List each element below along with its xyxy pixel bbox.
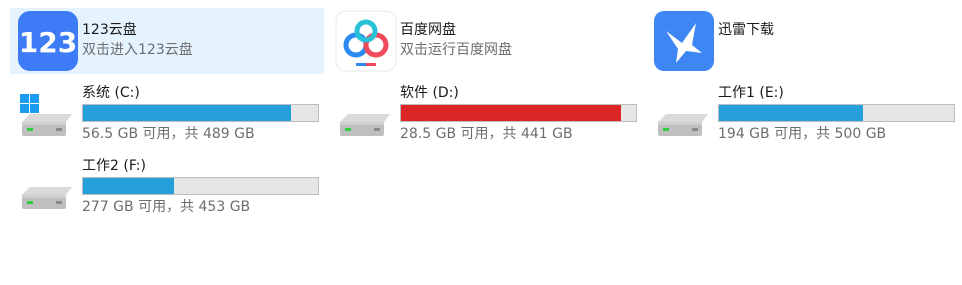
hard-drive-icon bbox=[16, 165, 72, 213]
app-tile-123pan[interactable]: 123 123云盘 双击进入123云盘 bbox=[10, 8, 324, 74]
drive-name: 系统 (C:) bbox=[82, 85, 140, 101]
app-subtitle: 双击进入123云盘 bbox=[82, 42, 193, 58]
app-title: 迅雷下载 bbox=[718, 22, 774, 38]
drive-usage-bar bbox=[400, 104, 637, 122]
app-123pan-icon: 123 bbox=[16, 9, 80, 73]
drive-usage-fill bbox=[83, 178, 175, 194]
drive-usage-text: 277 GB 可用，共 453 GB bbox=[82, 199, 251, 215]
app-tile-baidu-netdisk[interactable]: 百度网盘 双击运行百度网盘 bbox=[328, 8, 642, 74]
svg-text:123: 123 bbox=[19, 26, 77, 59]
drive-usage-text: 28.5 GB 可用，共 441 GB bbox=[400, 126, 573, 142]
drive-usage-fill bbox=[83, 105, 291, 121]
drive-c[interactable]: 系统 (C:) 56.5 GB 可用，共 489 GB bbox=[10, 84, 324, 146]
drive-name: 工作1 (E:) bbox=[718, 85, 784, 101]
hard-drive-icon bbox=[652, 92, 708, 140]
windows-drive-icon bbox=[16, 92, 72, 140]
drive-usage-fill bbox=[401, 105, 621, 121]
drive-usage-bar bbox=[718, 104, 955, 122]
drive-f[interactable]: 工作2 (F:) 277 GB 可用，共 453 GB bbox=[10, 157, 324, 219]
drive-d[interactable]: 软件 (D:) 28.5 GB 可用，共 441 GB bbox=[328, 84, 642, 146]
drives-and-apps-view: 123 123云盘 双击进入123云盘 百度网盘 双击运行百度网盘 迅雷下载 系… bbox=[0, 0, 962, 285]
drive-usage-bar bbox=[82, 177, 319, 195]
xunlei-bird-icon bbox=[652, 9, 716, 73]
baidu-netdisk-icon bbox=[334, 9, 398, 73]
drive-usage-bar bbox=[82, 104, 319, 122]
app-title: 百度网盘 bbox=[400, 22, 456, 38]
drive-name: 工作2 (F:) bbox=[82, 158, 146, 174]
drive-usage-fill bbox=[719, 105, 863, 121]
hard-drive-icon bbox=[334, 92, 390, 140]
drive-usage-text: 194 GB 可用，共 500 GB bbox=[718, 126, 887, 142]
app-title: 123云盘 bbox=[82, 22, 137, 38]
drive-usage-text: 56.5 GB 可用，共 489 GB bbox=[82, 126, 255, 142]
drive-e[interactable]: 工作1 (E:) 194 GB 可用，共 500 GB bbox=[646, 84, 955, 146]
app-tile-xunlei[interactable]: 迅雷下载 bbox=[646, 8, 946, 74]
drive-name: 软件 (D:) bbox=[400, 85, 459, 101]
app-subtitle: 双击运行百度网盘 bbox=[400, 42, 512, 58]
